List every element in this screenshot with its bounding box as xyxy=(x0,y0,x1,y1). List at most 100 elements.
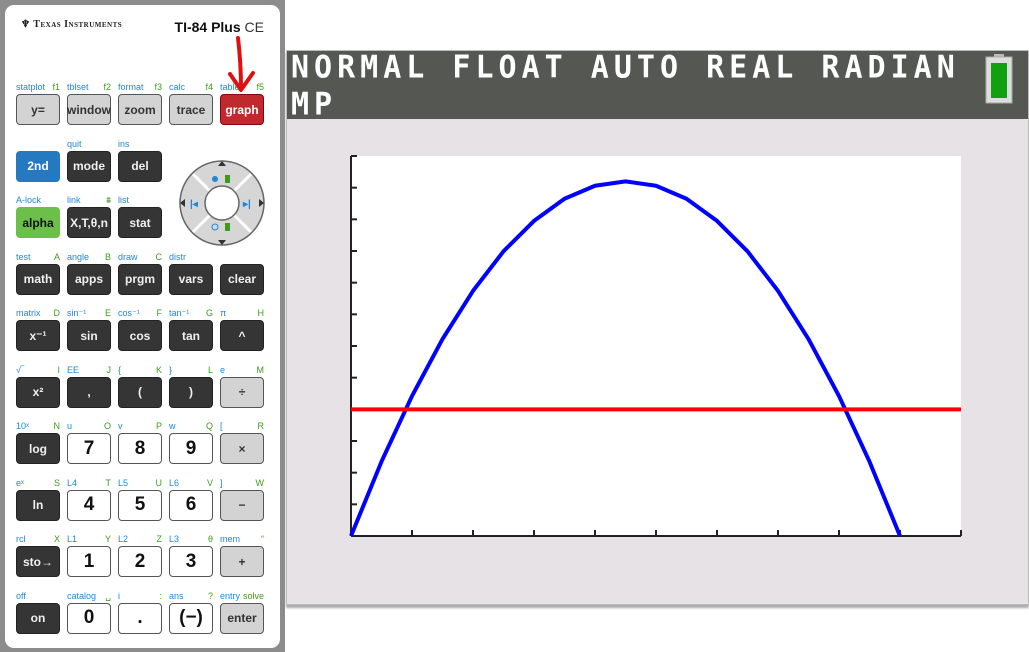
key-clear[interactable]: clear xyxy=(220,263,264,295)
second-function-label: calc xyxy=(169,82,186,92)
key-symbol-8-4[interactable]: + xyxy=(220,546,264,577)
key-mode[interactable]: mode xyxy=(67,150,111,182)
alpha-function-label: A xyxy=(53,251,60,262)
alpha-function-label: f4 xyxy=(205,82,213,92)
key-x[interactable]: x⁻¹ xyxy=(16,320,60,351)
alpha-function-label: G xyxy=(205,308,213,318)
alpha-function-label: K xyxy=(155,364,162,375)
second-function-label: distr xyxy=(169,251,187,262)
key-y[interactable]: y= xyxy=(16,94,60,125)
alpha-function-label: I xyxy=(57,364,60,375)
alpha-function-label: U xyxy=(155,477,163,488)
key-7[interactable]: 7 xyxy=(67,433,111,464)
second-function-label: L5 xyxy=(118,477,129,488)
dpad[interactable]: |◂ ▸| xyxy=(177,158,267,248)
key-trace[interactable]: trace xyxy=(169,94,213,125)
key-prgm[interactable]: prgm xyxy=(118,263,162,295)
second-function-label: w xyxy=(169,421,176,431)
key-symbol-6-4[interactable]: × xyxy=(220,433,264,464)
key-sin[interactable]: sin xyxy=(67,320,111,351)
key-5[interactable]: 5 xyxy=(118,489,162,521)
key-2[interactable]: 2 xyxy=(118,546,162,577)
key-tan[interactable]: tan xyxy=(169,320,213,351)
second-function-label: v xyxy=(118,421,123,431)
key-apps[interactable]: apps xyxy=(67,263,111,295)
second-function-label: angle xyxy=(67,251,90,262)
second-function-label: i xyxy=(118,590,120,601)
second-function-label: L2 xyxy=(118,534,129,544)
key-stat[interactable]: stat xyxy=(118,207,162,238)
alpha-function-label: Q xyxy=(205,421,213,431)
alpha-function-label: J xyxy=(106,364,112,375)
key-del[interactable]: del xyxy=(118,150,162,182)
key-6[interactable]: 6 xyxy=(169,489,213,521)
alpha-function-label: : xyxy=(159,590,162,601)
alpha-function-label: f2 xyxy=(103,82,111,92)
key-ln[interactable]: ln xyxy=(16,489,60,521)
svg-text:|◂: |◂ xyxy=(190,199,199,210)
second-function-label: e xyxy=(220,364,226,375)
second-function-label: rcl xyxy=(16,534,26,544)
alpha-function-label: ␣ xyxy=(105,590,111,601)
key-9[interactable]: 9 xyxy=(169,433,213,464)
alpha-function-label: θ xyxy=(207,534,213,544)
second-function-label: test xyxy=(16,251,31,262)
key-alpha[interactable]: alpha xyxy=(16,207,60,238)
key-log[interactable]: log xyxy=(16,433,60,464)
key-2nd[interactable]: 2nd xyxy=(16,150,60,182)
alpha-function-label: D xyxy=(53,308,61,318)
key-vars[interactable]: vars xyxy=(169,263,213,295)
key-zoom[interactable]: zoom xyxy=(118,94,162,125)
second-function-label: } xyxy=(169,364,173,375)
key-x[interactable]: x² xyxy=(16,376,60,408)
key-8[interactable]: 8 xyxy=(118,433,162,464)
key-symbol-7-4[interactable]: − xyxy=(220,489,264,521)
second-function-label: L6 xyxy=(169,477,180,488)
alpha-function-label: ? xyxy=(207,590,213,601)
key-3[interactable]: 3 xyxy=(169,546,213,577)
alpha-function-label: T xyxy=(105,477,112,488)
alpha-function-label: V xyxy=(206,477,213,488)
key-1[interactable]: 1 xyxy=(67,546,111,577)
key-symbol-9-2[interactable]: . xyxy=(118,602,162,634)
second-function-label: tan⁻¹ xyxy=(169,308,190,318)
key-cos[interactable]: cos xyxy=(118,320,162,351)
second-function-label: EE xyxy=(67,364,80,375)
key-symbol-5-4[interactable]: ÷ xyxy=(220,376,264,408)
key-sto[interactable]: sto→ xyxy=(16,546,60,577)
second-function-label: ans xyxy=(169,590,184,601)
alpha-function-label: R xyxy=(257,421,265,431)
key-enter[interactable]: enter xyxy=(220,602,264,634)
key-XTn[interactable]: X,T,θ,n xyxy=(67,207,111,238)
second-function-label: π xyxy=(220,308,227,318)
second-function-label: matrix xyxy=(16,308,41,318)
second-function-label: L3 xyxy=(169,534,180,544)
alpha-function-label: F xyxy=(156,308,163,318)
ti-logo: ♆ Texas Instruments xyxy=(21,19,123,30)
second-function-label: sin⁻¹ xyxy=(67,308,87,318)
second-function-label: A-lock xyxy=(16,195,42,205)
second-function-label: u xyxy=(67,421,73,431)
second-function-label: quit xyxy=(67,138,82,149)
second-function-label: ] xyxy=(220,477,223,488)
key-symbol-5-1[interactable]: , xyxy=(67,376,111,408)
alpha-function-label: B xyxy=(104,251,111,262)
second-function-label: catalog xyxy=(67,590,97,601)
key-symbol-5-2[interactable]: ( xyxy=(118,376,162,408)
key-on[interactable]: on xyxy=(16,602,60,634)
second-function-label: draw xyxy=(118,251,138,262)
key-symbol-5-3[interactable]: ) xyxy=(169,376,213,408)
second-function-label: eˣ xyxy=(16,477,24,488)
alpha-function-label: “ xyxy=(261,534,264,544)
key-4[interactable]: 4 xyxy=(67,489,111,521)
key-symbol-9-3[interactable]: (−) xyxy=(169,602,213,634)
second-function-label: entry xyxy=(220,590,241,601)
key-0[interactable]: 0 xyxy=(67,602,111,634)
second-function-label: L1 xyxy=(67,534,78,544)
key-window[interactable]: window xyxy=(67,94,111,125)
key-symbol-4-4[interactable]: ^ xyxy=(220,320,264,351)
alpha-function-label: S xyxy=(53,477,60,488)
alpha-function-label: W xyxy=(255,477,265,488)
key-math[interactable]: math xyxy=(16,263,60,295)
alpha-function-label: ⩩ xyxy=(106,195,111,205)
